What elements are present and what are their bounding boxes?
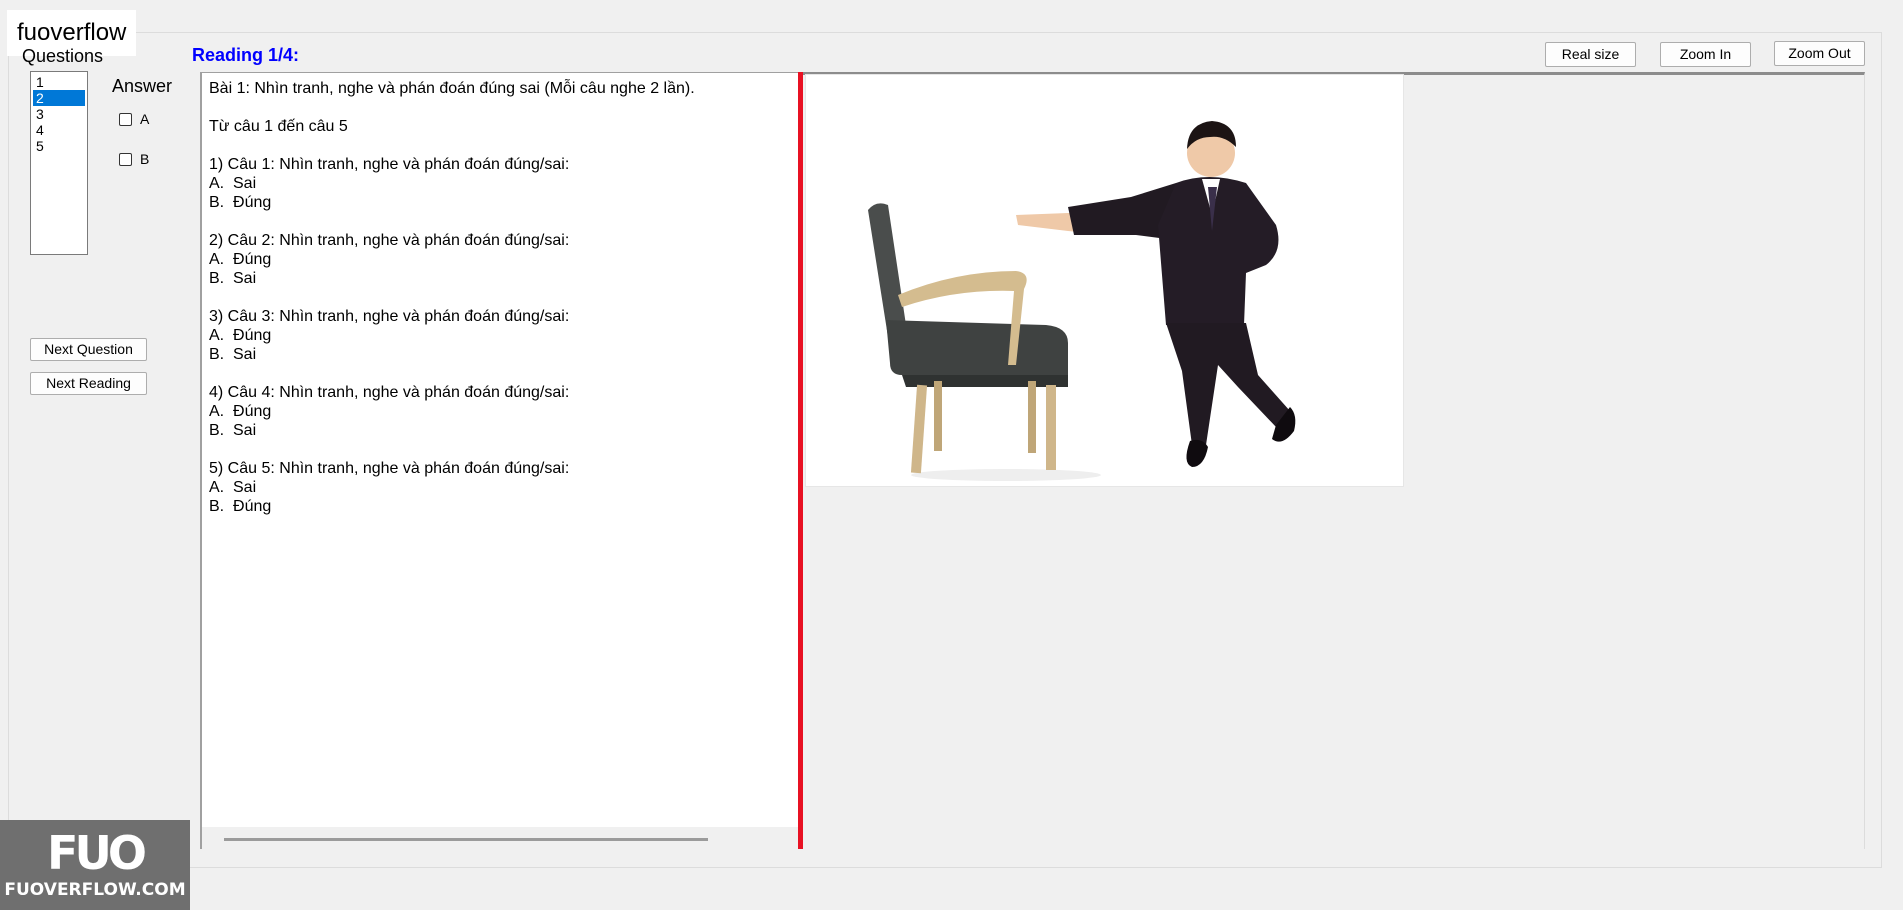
chair-icon bbox=[868, 203, 1068, 474]
reading-text-panel[interactable]: Bài 1: Nhìn tranh, nghe và phán đoán đún… bbox=[200, 72, 798, 849]
image-panel bbox=[803, 72, 1865, 849]
question-image bbox=[806, 75, 1403, 486]
reading-title: Reading 1/4: bbox=[192, 45, 300, 65]
question-item-selected[interactable]: 2 bbox=[33, 90, 85, 106]
question-item[interactable]: 3 bbox=[33, 106, 85, 122]
watermark-site: FUOVERFLOW.COM bbox=[4, 880, 186, 900]
next-question-button[interactable]: Next Question bbox=[30, 338, 147, 361]
zoom-out-button[interactable]: Zoom Out bbox=[1774, 41, 1865, 66]
answer-label: Answer bbox=[112, 76, 173, 96]
answer-b-label: B bbox=[140, 151, 150, 167]
question-list[interactable]: 1 2 3 4 5 bbox=[30, 71, 88, 255]
question-item[interactable]: 4 bbox=[33, 122, 85, 138]
question-item[interactable]: 5 bbox=[33, 138, 85, 154]
questions-label: Questions bbox=[22, 46, 104, 66]
real-size-button[interactable]: Real size bbox=[1545, 42, 1636, 67]
app-window: fuoverflow Questions 1 2 3 4 5 Answer A … bbox=[0, 0, 1903, 910]
scrollbar-thumb[interactable] bbox=[224, 838, 708, 841]
answer-b-checkbox[interactable] bbox=[119, 152, 132, 166]
answer-a-label: A bbox=[140, 111, 150, 127]
next-reading-button[interactable]: Next Reading bbox=[30, 372, 147, 395]
zoom-in-button[interactable]: Zoom In bbox=[1660, 42, 1751, 67]
man-icon bbox=[1016, 121, 1296, 467]
reading-text: Bài 1: Nhìn tranh, nghe và phán đoán đún… bbox=[209, 80, 695, 515]
question-item[interactable]: 1 bbox=[33, 74, 85, 90]
answer-option-a[interactable]: A bbox=[119, 111, 149, 127]
watermark-logo: FUO bbox=[47, 826, 147, 880]
answer-option-b[interactable]: B bbox=[119, 151, 149, 167]
watermark: FUO FUOVERFLOW.COM bbox=[0, 820, 190, 910]
answer-a-checkbox[interactable] bbox=[119, 112, 132, 126]
horizontal-scrollbar[interactable] bbox=[202, 827, 798, 849]
chair-and-man-illustration bbox=[868, 121, 1296, 481]
